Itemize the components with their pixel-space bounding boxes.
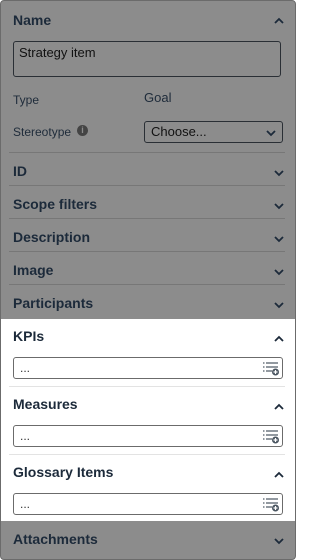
measures-input[interactable]: ... [13, 425, 283, 447]
section-measures: Measures ... [1, 387, 295, 455]
section-participants-title: Participants [13, 295, 94, 311]
section-image-title: Image [13, 262, 54, 278]
type-label: Type [13, 93, 40, 107]
list-add-icon[interactable] [262, 496, 280, 517]
section-scope-filters[interactable]: Scope filters [1, 186, 295, 219]
chevron-down-icon[interactable] [273, 299, 285, 311]
section-image[interactable]: Image [1, 252, 295, 285]
section-kpis: KPIs ... [1, 319, 295, 387]
section-participants[interactable]: Participants [1, 285, 295, 319]
stereotype-label: Stereotype [13, 125, 72, 139]
section-scope-filters-title: Scope filters [13, 196, 98, 212]
glossary-items-placeholder: ... [20, 497, 31, 511]
glossary-items-input[interactable]: ... [13, 493, 283, 515]
kpis-input[interactable]: ... [13, 357, 283, 379]
chevron-down-icon[interactable] [273, 200, 285, 212]
chevron-down-icon[interactable] [273, 535, 285, 547]
chevron-down-icon[interactable] [273, 233, 285, 245]
section-measures-title: Measures [13, 396, 78, 412]
chevron-down-icon [265, 127, 277, 142]
measures-placeholder: ... [20, 429, 31, 443]
section-kpis-title: KPIs [13, 328, 45, 344]
section-glossary-items: Glossary Items ... [1, 455, 295, 521]
section-attachments-title: Attachments [13, 531, 98, 547]
stereotype-select[interactable]: Choose... [144, 121, 283, 143]
section-id-title: ID [13, 163, 27, 179]
properties-panel: Name Strategy item Type Goal Stereotype … [0, 0, 296, 560]
highlighted-sections: KPIs ... Measures ... Glossary Items ... [1, 319, 295, 521]
section-description[interactable]: Description [1, 219, 295, 252]
info-icon[interactable]: i [77, 125, 88, 136]
chevron-up-icon[interactable] [273, 401, 285, 413]
name-section: Name Strategy item Type Goal Stereotype … [1, 1, 295, 153]
list-add-icon[interactable] [262, 360, 280, 381]
list-add-icon[interactable] [262, 428, 280, 449]
section-description-title: Description [13, 229, 91, 245]
section-attachments[interactable]: Attachments [1, 523, 295, 559]
name-input[interactable]: Strategy item [13, 41, 281, 77]
section-glossary-items-title: Glossary Items [13, 464, 114, 480]
chevron-down-icon[interactable] [273, 266, 285, 278]
stereotype-selected-value: Choose... [151, 124, 207, 139]
chevron-up-icon[interactable] [273, 15, 285, 27]
chevron-down-icon[interactable] [273, 167, 285, 179]
type-value: Goal [144, 90, 172, 105]
kpis-placeholder: ... [20, 361, 31, 375]
section-id[interactable]: ID [1, 153, 295, 186]
chevron-up-icon[interactable] [273, 469, 285, 481]
chevron-up-icon[interactable] [273, 333, 285, 345]
name-section-title: Name [13, 12, 52, 28]
